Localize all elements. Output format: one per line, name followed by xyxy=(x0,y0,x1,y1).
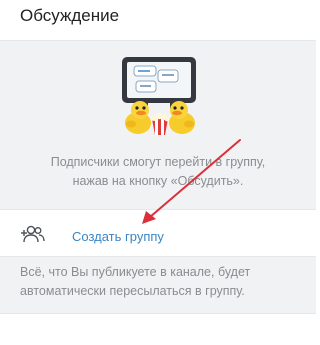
footer-description: Всё, что Вы публикуете в канале, будет а… xyxy=(20,265,251,298)
footer-hint: Всё, что Вы публикуете в канале, будет а… xyxy=(0,256,316,314)
duck-right xyxy=(169,101,195,134)
header: Обсуждение xyxy=(0,0,316,40)
duck-left xyxy=(125,101,151,134)
create-group-button[interactable]: Создать группу xyxy=(0,210,316,256)
page-title: Обсуждение xyxy=(20,6,120,25)
add-group-icon xyxy=(21,225,45,243)
popcorn-bucket xyxy=(151,112,170,135)
empty-state-description: Подписчики смогут перейти в группу, нажа… xyxy=(50,155,266,188)
create-group-label: Создать группу xyxy=(72,229,164,244)
discussion-empty-state: Подписчики смогут перейти в группу, нажа… xyxy=(0,40,316,210)
ducks-popcorn-illustration xyxy=(122,57,196,135)
